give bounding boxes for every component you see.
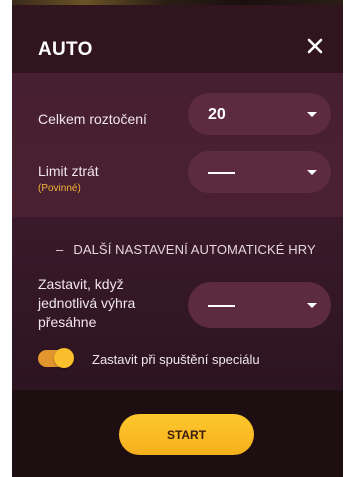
close-icon: [307, 38, 323, 54]
chevron-down-icon: [307, 303, 317, 308]
chevron-down-icon: [307, 170, 317, 175]
empty-value-dash: [208, 172, 235, 174]
advanced-settings-toggle[interactable]: – DALŠÍ NASTAVENÍ AUTOMATICKÉ HRY: [56, 242, 316, 257]
chevron-down-icon: [307, 112, 317, 117]
dialog-title: AUTO: [38, 39, 93, 60]
toggle-knob: [54, 348, 74, 368]
advanced-settings-title: DALŠÍ NASTAVENÍ AUTOMATICKÉ HRY: [73, 242, 316, 257]
single-win-label: Zastavit, když jednotlivá výhra přesáhne: [38, 276, 136, 330]
dialog-header: AUTO: [12, 5, 343, 73]
empty-value-dash: [208, 305, 235, 307]
loss-limit-label: Limit ztrát: [38, 163, 99, 179]
spins-value: 20: [208, 106, 226, 123]
spins-select[interactable]: 20: [188, 93, 331, 135]
stop-on-feature-toggle[interactable]: [38, 348, 74, 368]
loss-limit-select[interactable]: [188, 151, 331, 193]
required-note: (Povinné): [38, 183, 81, 194]
single-win-select[interactable]: [188, 282, 331, 328]
basic-settings: Celkem roztočení 20 Limit ztrát (Povinné…: [12, 73, 343, 217]
start-button[interactable]: START: [119, 414, 254, 455]
spins-label: Celkem roztočení: [38, 111, 147, 127]
close-button[interactable]: [299, 30, 331, 62]
stop-on-feature-label: Zastavit při spuštění speciálu: [92, 352, 260, 367]
collapse-icon: –: [56, 242, 64, 257]
dialog-footer: START: [12, 390, 343, 477]
auto-play-dialog: AUTO Celkem roztočení 20 Limit ztrát (Po…: [12, 0, 343, 477]
advanced-settings: – DALŠÍ NASTAVENÍ AUTOMATICKÉ HRY Zastavi…: [12, 217, 343, 390]
